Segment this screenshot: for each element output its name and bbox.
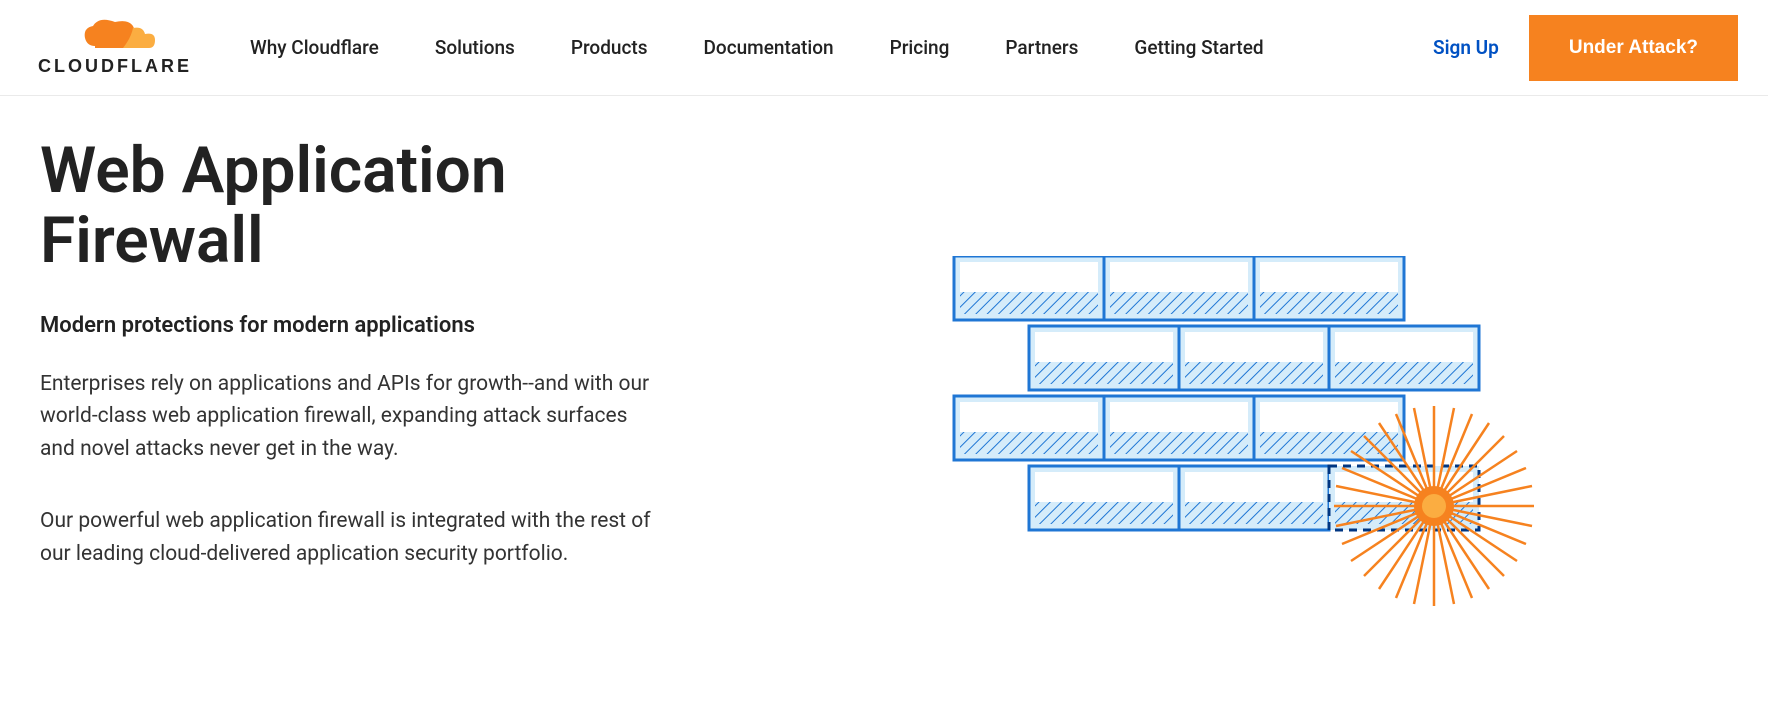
- nav-partners[interactable]: Partners: [1005, 36, 1078, 59]
- hero-paragraph-2: Our powerful web application firewall is…: [40, 505, 660, 570]
- nav-documentation[interactable]: Documentation: [704, 36, 834, 59]
- nav-getting-started[interactable]: Getting Started: [1134, 36, 1263, 59]
- page-subtitle: Modern protections for modern applicatio…: [40, 313, 740, 338]
- svg-text:CLOUDFLARE: CLOUDFLARE: [38, 56, 192, 76]
- main-nav: Why Cloudflare Solutions Products Docume…: [250, 36, 1264, 59]
- main-content: Web Application Firewall Modern protecti…: [0, 96, 1768, 716]
- nav-why-cloudflare[interactable]: Why Cloudflare: [250, 36, 379, 59]
- logo[interactable]: CLOUDFLARE: [30, 18, 200, 78]
- page-title: Web Application Firewall: [40, 136, 740, 277]
- header: CLOUDFLARE Why Cloudflare Solutions Prod…: [0, 0, 1768, 96]
- hero-illustration: [780, 136, 1728, 676]
- hero-text: Web Application Firewall Modern protecti…: [40, 136, 740, 676]
- nav-products[interactable]: Products: [571, 36, 648, 59]
- nav-pricing[interactable]: Pricing: [890, 36, 950, 59]
- hero-paragraph-1: Enterprises rely on applications and API…: [40, 368, 660, 466]
- nav-solutions[interactable]: Solutions: [435, 36, 515, 59]
- under-attack-button[interactable]: Under Attack?: [1529, 15, 1738, 81]
- cloudflare-logo-icon: CLOUDFLARE: [30, 18, 200, 78]
- signup-link[interactable]: Sign Up: [1433, 36, 1499, 59]
- firewall-illustration-icon: [934, 256, 1574, 676]
